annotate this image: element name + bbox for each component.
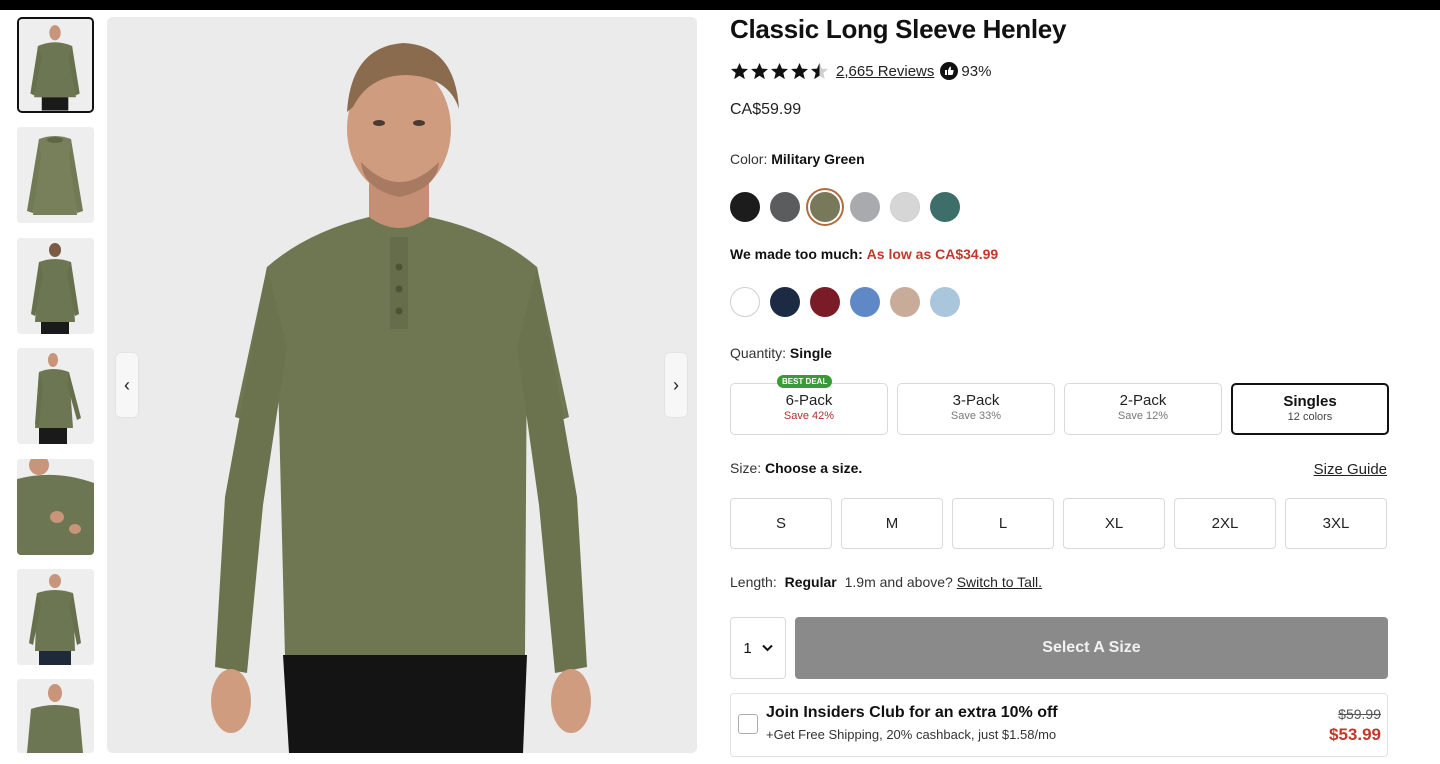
length-row: Length: Regular 1.9m and above? Switch t… — [730, 574, 1042, 590]
color-swatch-group — [730, 192, 960, 222]
thumbnail-3[interactable] — [17, 238, 94, 334]
star-icon — [730, 62, 749, 79]
pack-name: 6-Pack — [785, 392, 833, 409]
insiders-checkbox[interactable] — [738, 714, 758, 734]
color-swatch[interactable] — [810, 192, 840, 222]
length-label: Length: — [730, 574, 777, 590]
pack-name: 3-Pack — [952, 392, 1000, 409]
size-option-l[interactable]: L — [952, 498, 1054, 549]
quantity-value: 1 — [743, 639, 752, 657]
pack-option-2[interactable]: 2-Pack Save 12% — [1064, 383, 1222, 435]
pack-savings: Save 33% — [950, 410, 1002, 422]
insiders-title: Join Insiders Club for an extra 10% off — [766, 704, 1058, 721]
insiders-member-price: $53.99 — [1329, 725, 1381, 744]
top-bar — [0, 0, 1440, 10]
thumbnail-image — [17, 679, 94, 753]
color-label-row: Color: Military Green — [730, 151, 865, 167]
size-prompt: Choose a size. — [765, 460, 863, 476]
thumbnail-6[interactable] — [17, 569, 94, 665]
selected-quantity: Single — [789, 345, 832, 361]
thumbs-up-icon — [940, 62, 959, 80]
color-swatch[interactable] — [850, 192, 880, 222]
size-option-2xl[interactable]: 2XL — [1174, 498, 1276, 549]
quantity-select[interactable]: 1 — [730, 617, 786, 679]
color-swatch[interactable] — [890, 192, 920, 222]
chevron-down-icon — [761, 644, 773, 652]
thumbnail-image — [17, 569, 94, 665]
product-title: Classic Long Sleeve Henley — [730, 14, 1067, 44]
insiders-club-offer: Join Insiders Club for an extra 10% off … — [730, 693, 1388, 757]
deal-price: As low as CA$34.99 — [866, 246, 999, 262]
thumbnail-7[interactable] — [17, 679, 94, 753]
selected-color-name: Military Green — [771, 151, 865, 167]
thumbnail-1[interactable] — [17, 17, 94, 113]
color-swatch[interactable] — [770, 192, 800, 222]
thumbnail-image — [17, 238, 94, 334]
pack-name: Singles — [1283, 393, 1337, 410]
model-photo — [107, 17, 697, 753]
size-option-xl[interactable]: XL — [1063, 498, 1165, 549]
reviews-link[interactable]: 2,665 Reviews — [836, 63, 934, 80]
pack-option-singles[interactable]: Singles 12 colors — [1231, 383, 1389, 435]
pack-color-count: 12 colors — [1287, 411, 1333, 423]
size-guide-link[interactable]: Size Guide — [1314, 461, 1387, 478]
size-option-3xl[interactable]: 3XL — [1285, 498, 1387, 549]
deal-color-swatch[interactable] — [730, 287, 760, 317]
star-icon — [750, 62, 769, 79]
size-label: Size: — [730, 460, 762, 476]
pack-option-3[interactable]: 3-Pack Save 33% — [897, 383, 1055, 435]
deal-label: We made too much: — [730, 246, 863, 262]
thumbnail-5[interactable] — [17, 459, 94, 555]
switch-to-tall-link[interactable]: Switch to Tall. — [957, 574, 1042, 590]
next-image-arrow-icon[interactable]: › — [665, 353, 687, 417]
star-icon — [790, 62, 809, 79]
pack-option-6[interactable]: BEST DEAL 6-Pack Save 42% — [730, 375, 888, 435]
thumbnail-image — [17, 348, 94, 444]
pack-savings: Save 12% — [1117, 410, 1169, 422]
deal-label-row: We made too much: As low as CA$34.99 — [730, 246, 998, 262]
thumbnail-image — [17, 459, 94, 555]
pack-savings: Save 42% — [783, 410, 835, 422]
pack-options: BEST DEAL 6-Pack Save 42% 3-Pack Save 33… — [730, 375, 1389, 435]
star-icon — [810, 62, 829, 79]
deal-color-swatch[interactable] — [810, 287, 840, 317]
quantity-label-row: Quantity: Single — [730, 345, 832, 361]
size-option-s[interactable]: S — [730, 498, 832, 549]
size-options: S M L XL 2XL 3XL — [730, 498, 1387, 549]
insiders-subtitle: +Get Free Shipping, 20% cashback, just $… — [766, 727, 1057, 742]
star-icon — [770, 62, 789, 79]
deal-swatch-group — [730, 287, 960, 317]
main-product-image: ‹ › — [107, 17, 697, 753]
product-price: CA$59.99 — [730, 101, 802, 118]
color-swatch[interactable] — [930, 192, 960, 222]
insiders-original-price: $59.99 — [1338, 706, 1381, 722]
thumbnail-image — [19, 19, 92, 111]
length-hint: 1.9m and above? — [844, 574, 953, 590]
pack-name: 2-Pack — [1119, 392, 1167, 409]
deal-color-swatch[interactable] — [890, 287, 920, 317]
deal-color-swatch[interactable] — [770, 287, 800, 317]
thumbnail-2[interactable] — [17, 127, 94, 223]
color-label: Color: — [730, 151, 768, 167]
thumbnail-image — [17, 127, 94, 223]
size-label-row: Size: Choose a size. — [730, 460, 862, 476]
best-deal-badge: BEST DEAL — [777, 375, 833, 388]
previous-image-arrow-icon[interactable]: ‹ — [116, 353, 138, 417]
length-value: Regular — [784, 574, 837, 590]
star-rating — [730, 62, 829, 81]
color-swatch[interactable] — [730, 192, 760, 222]
thumbnail-4[interactable] — [17, 348, 94, 444]
quantity-label: Quantity: — [730, 345, 787, 361]
select-size-button[interactable]: Select A Size — [795, 617, 1388, 679]
deal-color-swatch[interactable] — [850, 287, 880, 317]
rating-row: 2,665 Reviews 93% — [730, 60, 991, 82]
recommend-percent: 93% — [961, 62, 992, 80]
deal-color-swatch[interactable] — [930, 287, 960, 317]
size-option-m[interactable]: M — [841, 498, 943, 549]
